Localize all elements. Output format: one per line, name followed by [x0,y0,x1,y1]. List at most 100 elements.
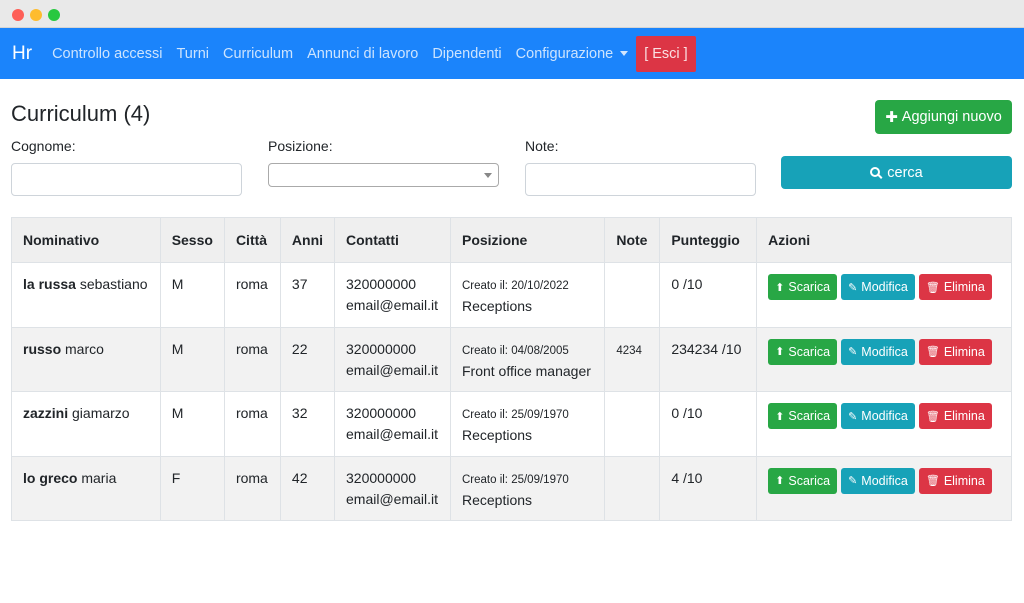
logout-button[interactable]: [ Esci ] [636,35,696,72]
table-row: russo marco M roma 22 320000000 email@ema… [11,326,1012,392]
note-value: 4234 [616,344,642,357]
trash-icon: 🗑 [925,410,940,423]
cell-nominativo: russo marco [11,326,161,392]
created-date: Creato il: 25/09/1970 [461,409,569,421]
cell-nominativo: lo greco maria [11,455,161,521]
cell-azioni: ⬆ Scarica ✎ Modifica 🗑 Elimina [756,455,1012,521]
cell-azioni: ⬆ Scarica ✎ Modifica 🗑 Elimina [756,326,1012,392]
header-contatti: Contatti [334,217,451,263]
download-button[interactable]: ⬆ Scarica [768,338,838,365]
cell-posizione: Creato il: 25/09/1970 Receptions [449,391,606,457]
edit-button[interactable]: ✎ Modifica [841,467,915,494]
header-punteggio: Punteggio [659,217,758,263]
phone: 320000000 [346,340,417,357]
edit-label: Modifica [861,344,908,359]
created-date: Creato il: 04/08/2005 [461,344,569,357]
download-button[interactable]: ⬆ Scarica [768,467,838,494]
trash-icon: 🗑 [925,475,940,487]
dropdown-arrow-icon [484,173,492,178]
arrow-up-icon: ⬆ [775,346,785,358]
position-title: Receptions [461,491,533,508]
page-title: Curriculum (4) [11,101,151,126]
delete-button[interactable]: 🗑 Elimina [918,274,992,300]
nav-link-curriculum[interactable]: Curriculum [223,46,293,62]
note-input[interactable] [525,163,756,196]
cell-nominativo: la russa sebastiano [11,262,161,328]
cell-posizione: Creato il: 04/08/2005 Front office manage… [449,326,606,392]
close-window-button[interactable] [12,9,24,21]
nav-link-annunci[interactable]: Annunci di lavoro [307,46,418,62]
search-label: cerca [887,164,923,181]
delete-button[interactable]: 🗑 Elimina [918,467,992,494]
download-button[interactable]: ⬆ Scarica [768,403,838,429]
table-row: zazzini giamarzo M roma 32 320000000 emai… [11,391,1012,457]
cell-sesso: M [159,326,225,392]
add-new-button[interactable]: ✚ Aggiungi nuovo [875,100,1012,134]
email: email@email.it [346,490,439,507]
navbar-brand[interactable]: Hr [12,43,32,65]
first-name: maria [81,469,117,486]
edit-icon: ✎ [848,281,858,294]
position-title: Receptions [461,427,533,443]
phone: 320000000 [346,469,417,486]
header-sesso: Sesso [159,217,225,263]
cell-contatti: 320000000 email@email.it [334,326,451,392]
table-row: la russa sebastiano M roma 37 320000000 e… [11,262,1012,328]
nav-link-controllo-accessi[interactable]: Controllo accessi [52,46,162,62]
edit-button[interactable]: ✎ Modifica [841,403,915,429]
cell-citta: roma [223,326,281,392]
cell-contatti: 320000000 email@email.it [334,262,451,328]
cell-citta: roma [223,391,281,457]
email: email@email.it [346,297,439,313]
posizione-select[interactable] [268,163,499,187]
cell-azioni: ⬆ Scarica ✎ Modifica 🗑 Elimina [756,391,1012,457]
cell-note [604,262,661,328]
download-button[interactable]: ⬆ Scarica [768,274,838,300]
header-citta: Città [223,217,281,263]
nav-link-dipendenti[interactable]: Dipendenti [432,46,501,62]
cell-note [604,455,661,521]
cognome-input[interactable] [11,163,242,196]
header-posizione: Posizione [449,217,606,263]
edit-icon: ✎ [848,475,858,487]
delete-label: Elimina [943,409,985,423]
surname: russo [23,340,62,357]
delete-button[interactable]: 🗑 Elimina [918,403,992,429]
surname: la russa [23,276,76,292]
surname: zazzini [23,405,69,421]
edit-button[interactable]: ✎ Modifica [841,338,915,365]
download-label: Scarica [788,344,831,359]
position-title: Front office manager [461,362,591,379]
edit-button[interactable]: ✎ Modifica [841,274,915,300]
cell-contatti: 320000000 email@email.it [334,455,451,521]
cell-azioni: ⬆ Scarica ✎ Modifica 🗑 Elimina [756,262,1012,328]
email: email@email.it [346,361,439,378]
add-new-label: Aggiungi nuovo [901,109,1002,125]
curriculum-table: Nominativo Sesso Città Anni Contatti Pos… [11,217,1012,521]
delete-label: Elimina [943,473,985,488]
nav-dropdown-configurazione[interactable]: Configurazione [516,46,637,62]
created-date: Creato il: 25/09/1970 [461,473,569,486]
edit-label: Modifica [861,280,908,294]
minimize-window-button[interactable] [30,9,42,21]
first-name: sebastiano [79,276,148,292]
note-label: Note: [525,138,559,154]
cell-punteggio: 4 /10 [659,455,758,521]
nav-link-turni[interactable]: Turni [176,46,209,62]
maximize-window-button[interactable] [48,9,60,21]
email: email@email.it [346,426,439,442]
phone: 320000000 [346,405,417,421]
delete-button[interactable]: 🗑 Elimina [918,338,992,365]
phone: 320000000 [346,276,417,292]
cell-anni: 42 [279,455,336,521]
header-nominativo: Nominativo [11,217,161,263]
cell-posizione: Creato il: 20/10/2022 Receptions [449,262,606,328]
edit-icon: ✎ [848,410,858,423]
table-header-row: Nominativo Sesso Città Anni Contatti Pos… [11,217,1012,263]
nav-dropdown-label: Configurazione [515,45,614,62]
header-note: Note [604,217,661,263]
cell-anni: 32 [279,391,336,457]
search-button[interactable]: cerca [781,156,1012,189]
first-name: marco [65,340,104,357]
trash-icon: 🗑 [925,346,940,358]
